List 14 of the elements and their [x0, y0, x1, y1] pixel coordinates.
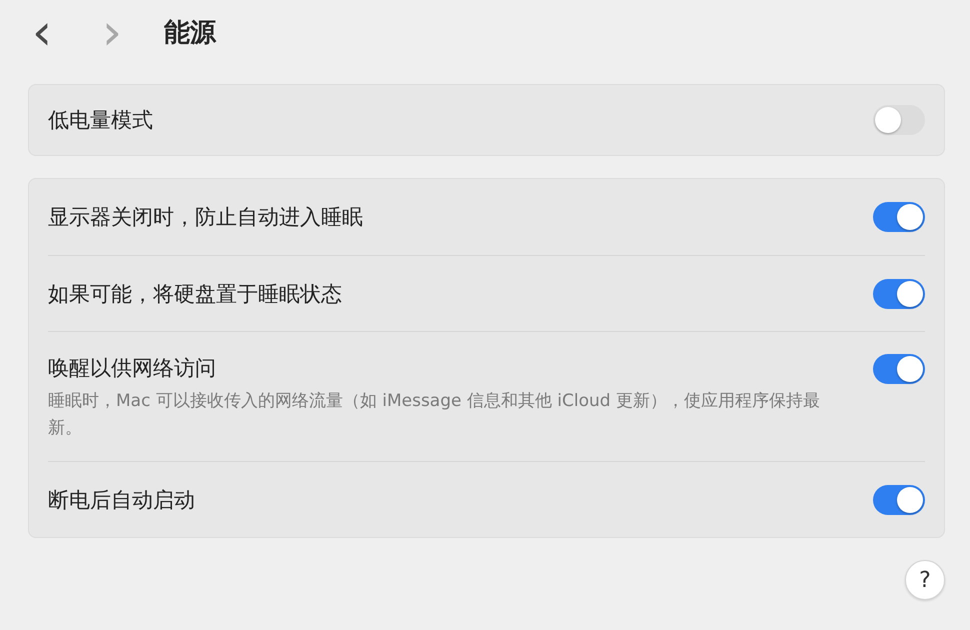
setting-description: 睡眠时，Mac 可以接收传入的网络流量（如 iMessage 信息和其他 iCloud 更新），使应用程序保持最新。: [48, 390, 821, 440]
setting-label: 显示器关闭时，防止自动进入睡眠: [48, 204, 363, 232]
help-button[interactable]: ?: [905, 560, 945, 600]
setting-label: 唤醒以供网络访问: [48, 355, 217, 382]
back-button[interactable]: ‹: [28, 10, 88, 54]
toggle-switch[interactable]: [873, 354, 925, 384]
toggle-switch[interactable]: [873, 105, 925, 136]
setting-label: 断电后自动启动: [48, 486, 195, 514]
setting-label: 如果可能，将硬盘置于睡眠状态: [48, 280, 342, 308]
toggle-switch[interactable]: [873, 202, 925, 232]
setting-label: 低电量模式: [48, 107, 153, 134]
toggle-switch[interactable]: [873, 484, 925, 514]
page-title: 能源: [164, 16, 216, 50]
toggle-switch[interactable]: [873, 278, 925, 309]
